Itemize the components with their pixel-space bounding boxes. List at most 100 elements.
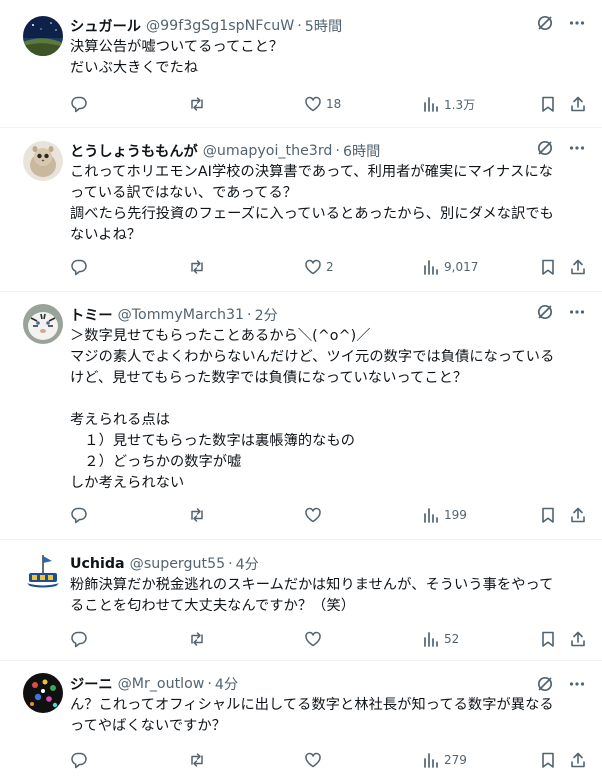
like-icon bbox=[305, 259, 321, 275]
tweet[interactable]: トミー @TommyMarch31 · 2分 ＞数字見せてもらったことあるから＼… bbox=[0, 292, 602, 540]
views-button[interactable]: 1.3万 bbox=[422, 95, 475, 113]
user-handle[interactable]: @supergut55 bbox=[130, 556, 226, 572]
repost-button[interactable] bbox=[188, 630, 206, 648]
flying-squirrel-avatar-icon bbox=[23, 141, 63, 181]
more-icon[interactable] bbox=[568, 139, 586, 157]
timestamp[interactable]: 4分 bbox=[215, 674, 238, 694]
repost-button[interactable] bbox=[188, 751, 206, 769]
repost-button[interactable] bbox=[188, 95, 206, 113]
more-icon[interactable] bbox=[568, 14, 586, 32]
views-button[interactable]: 9,017 bbox=[422, 258, 478, 276]
separator-dot: · bbox=[335, 143, 340, 159]
avatar[interactable] bbox=[23, 16, 63, 56]
separator-dot: · bbox=[228, 556, 233, 572]
tweet[interactable]: とうしょうももんが @umapyoi_the3rd · 6時間 これってホリエモ… bbox=[0, 128, 602, 292]
repost-button[interactable] bbox=[188, 258, 206, 276]
reply-button[interactable] bbox=[70, 751, 88, 769]
timestamp[interactable]: 6時間 bbox=[343, 141, 380, 161]
repost-icon bbox=[191, 508, 203, 522]
bookmark-icon bbox=[542, 752, 554, 768]
grok-icon[interactable] bbox=[536, 14, 554, 32]
tweet-text: これってホリエモンAI学校の決算書であって、利用者が確実にマイナスにな っている… bbox=[70, 164, 554, 243]
share-icon bbox=[571, 752, 585, 768]
white-tiger-avatar-icon bbox=[23, 304, 63, 344]
views-count: 52 bbox=[444, 632, 460, 646]
bookmark-icon bbox=[542, 631, 554, 647]
views-count: 9,017 bbox=[444, 260, 479, 274]
reply-button[interactable] bbox=[70, 95, 88, 113]
bookmark-button[interactable] bbox=[539, 258, 557, 276]
timestamp[interactable]: 5時間 bbox=[305, 16, 342, 36]
share-button[interactable] bbox=[569, 258, 587, 276]
views-button[interactable]: 279 bbox=[422, 751, 467, 769]
like-button[interactable] bbox=[304, 751, 326, 769]
reply-button[interactable] bbox=[70, 506, 88, 524]
share-button[interactable] bbox=[569, 630, 587, 648]
avatar[interactable] bbox=[23, 141, 63, 181]
repost-icon bbox=[191, 260, 203, 274]
display-name[interactable]: トミー bbox=[70, 305, 113, 325]
tweet[interactable]: シュガール @99f3gSg1spNFcuW · 5時間 決算公告が嘘ついてるっ… bbox=[0, 0, 602, 128]
views-icon bbox=[424, 753, 438, 768]
like-icon bbox=[305, 507, 321, 523]
views-count: 1.3万 bbox=[444, 97, 476, 112]
bookmark-icon bbox=[542, 96, 554, 112]
colorful-dots-avatar-icon bbox=[23, 673, 63, 713]
views-icon bbox=[424, 97, 438, 112]
share-icon bbox=[571, 259, 585, 275]
separator-dot: · bbox=[247, 307, 252, 323]
repost-button[interactable] bbox=[188, 506, 206, 524]
timestamp[interactable]: 4分 bbox=[236, 554, 259, 574]
views-icon bbox=[424, 260, 438, 275]
like-button[interactable]: 18 bbox=[304, 95, 341, 113]
like-icon bbox=[305, 631, 321, 647]
user-handle[interactable]: @TommyMarch31 bbox=[118, 307, 244, 323]
user-handle[interactable]: @99f3gSg1spNFcuW bbox=[146, 18, 294, 34]
grok-icon[interactable] bbox=[536, 139, 554, 157]
views-button[interactable]: 52 bbox=[422, 630, 459, 648]
views-button[interactable]: 199 bbox=[422, 506, 467, 524]
bookmark-button[interactable] bbox=[539, 630, 557, 648]
views-icon bbox=[424, 632, 438, 647]
like-button[interactable] bbox=[304, 506, 326, 524]
reply-button[interactable] bbox=[70, 258, 88, 276]
bookmark-button[interactable] bbox=[539, 506, 557, 524]
share-icon bbox=[571, 507, 585, 523]
timestamp[interactable]: 2分 bbox=[255, 305, 278, 325]
bookmark-icon bbox=[542, 507, 554, 523]
display-name[interactable]: ジーニ bbox=[70, 674, 113, 694]
like-button[interactable]: 2 bbox=[304, 258, 334, 276]
display-name[interactable]: とうしょうももんが bbox=[70, 141, 198, 161]
share-icon bbox=[571, 96, 585, 112]
user-handle[interactable]: @umapyoi_the3rd bbox=[203, 143, 333, 159]
more-icon[interactable] bbox=[568, 675, 586, 693]
bookmark-button[interactable] bbox=[539, 95, 557, 113]
reply-button[interactable] bbox=[70, 630, 88, 648]
views-count: 199 bbox=[444, 508, 467, 522]
display-name[interactable]: Uchida bbox=[70, 556, 125, 572]
more-icon[interactable] bbox=[568, 303, 586, 321]
share-button[interactable] bbox=[569, 751, 587, 769]
tweet[interactable]: Uchida @supergut55 · 4分 粉飾決算だか税金逃れのスキームだ… bbox=[0, 540, 602, 661]
share-button[interactable] bbox=[569, 95, 587, 113]
avatar[interactable] bbox=[23, 551, 63, 591]
share-icon bbox=[571, 631, 585, 647]
avatar[interactable] bbox=[23, 673, 63, 713]
display-name[interactable]: シュガール bbox=[70, 16, 141, 36]
night-sky-avatar-icon bbox=[23, 16, 63, 56]
reply-icon bbox=[71, 96, 87, 113]
bookmark-button[interactable] bbox=[539, 751, 557, 769]
repost-icon bbox=[191, 632, 203, 646]
share-button[interactable] bbox=[569, 506, 587, 524]
user-handle[interactable]: @Mr_outlow bbox=[118, 676, 205, 692]
tweet-text: 粉飾決算だか税金逃れのスキームだかは知りませんが、そういう事をやって ることを匂… bbox=[70, 577, 554, 614]
grok-icon[interactable] bbox=[536, 675, 554, 693]
grok-icon[interactable] bbox=[536, 303, 554, 321]
bookmark-icon bbox=[542, 259, 554, 275]
tweet[interactable]: ジーニ @Mr_outlow · 4分 ん？これってオフィシャルに出してる数字と… bbox=[0, 661, 602, 780]
like-icon bbox=[305, 96, 321, 112]
like-button[interactable] bbox=[304, 630, 326, 648]
separator-dot: · bbox=[297, 18, 302, 34]
avatar[interactable] bbox=[23, 304, 63, 344]
like-icon bbox=[305, 752, 321, 768]
